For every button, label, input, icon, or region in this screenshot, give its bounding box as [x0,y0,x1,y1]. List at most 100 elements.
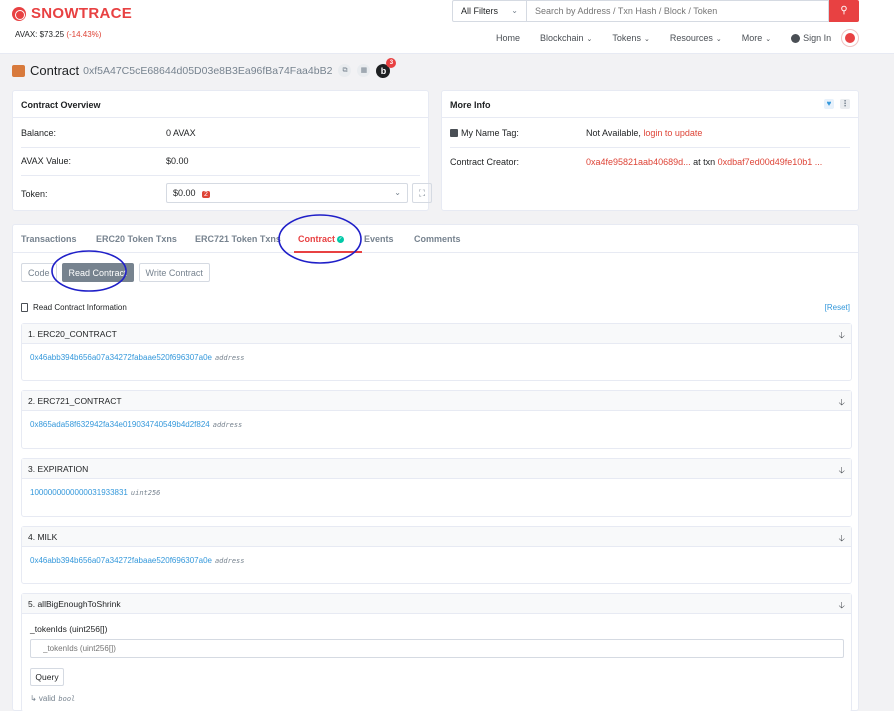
read-function-5: 5. allBigEnoughToShrink 🡣 _tokenIds (uin… [21,593,852,711]
tab-contract-label: Contract [298,234,336,244]
function-body: _tokenIds (uint256[]) Query ↳ validbool [22,614,851,711]
token-select[interactable]: $0.00 2 ⌄ [166,183,408,203]
avax-value-label: AVAX Value: [21,156,72,166]
tab-events[interactable]: Events [364,234,394,244]
chevron-down-icon: ⌄ [715,36,722,43]
sign-in-link[interactable]: Sign In [791,33,831,43]
param-label: _tokenIds (uint256[]) [30,624,108,634]
nav-more[interactable]: More ⌄ [742,33,771,43]
name-tag-value-wrap: Not Available, login to update [586,128,702,138]
function-result-link[interactable]: 0x46abb394b656a07a34272fabaae520f696307a… [30,353,212,362]
notification-badge: 3 [386,57,397,68]
function-result-link[interactable]: 0x46abb394b656a07a34272fabaae520f696307a… [30,556,212,565]
document-icon [21,303,28,312]
nav-home[interactable]: Home [496,33,520,43]
copy-icon[interactable]: ⧉ [338,64,352,77]
at-txn-label: at txn [693,157,716,167]
snowtrace-logo-icon [12,6,26,21]
function-result-type: address [214,354,245,362]
query-button[interactable]: Query [30,668,64,686]
function-body: 0x46abb394b656a07a34272fabaae520f696307a… [22,344,851,371]
search-button[interactable]: ⚲ [829,0,859,22]
function-header[interactable]: 3. EXPIRATION 🡣 [22,459,851,479]
title-label: Contract [30,63,80,78]
creator-value-wrap: 0xa4fe95821aab40689d... at txn 0xdbaf7ed… [586,157,822,167]
avax-network-button[interactable] [841,29,859,47]
qr-code-icon[interactable]: ▦ [357,64,371,77]
nav-tokens-label: Tokens [612,33,641,43]
name-tag-row: My Name Tag: Not Available, login to upd… [450,128,850,148]
contract-tabs-card: Transactions ERC20 Token Txns ERC721 Tok… [12,224,859,711]
function-title: 1. ERC20_CONTRACT [28,329,117,339]
function-body: 0x46abb394b656a07a34272fabaae520f696307a… [22,547,851,574]
result-prefix: ↳ valid [30,694,56,703]
more-options-icon[interactable]: ⋮ [840,99,850,109]
contract-subtabs: Code Read Contract Write Contract [21,263,215,282]
name-tag-label-wrap: My Name Tag: [450,128,519,138]
chevron-down-icon: ⌄ [511,6,518,15]
tab-transactions[interactable]: Transactions [21,234,77,244]
blockscan-icon[interactable]: b3 [376,57,397,78]
function-header[interactable]: 1. ERC20_CONTRACT 🡣 [22,324,851,344]
logo-text: SNOWTRACE [31,5,133,22]
price-label: AVAX: $73.25 [15,30,65,39]
login-to-update-link[interactable]: login to update [643,128,702,138]
user-icon [791,33,801,43]
reset-link[interactable]: [Reset] [825,303,850,312]
search-icon: ⚲ [840,5,848,16]
nav-blockchain[interactable]: Blockchain ⌄ [540,33,592,43]
more-info-card: More Info ♥ ⋮ My Name Tag: Not Available… [441,90,859,211]
tab-erc20-token-txns[interactable]: ERC20 Token Txns [96,234,177,244]
read-contract-info: Read Contract Information [21,303,127,312]
subtab-code[interactable]: Code [21,263,57,282]
function-result-link[interactable]: 0x865ada58f632942fa34e019034740549b4d2f8… [30,420,210,429]
sign-in-label: Sign In [803,33,832,43]
read-function-1: 1. ERC20_CONTRACT 🡣 0x46abb394b656a07a34… [21,323,852,381]
filter-select[interactable]: All Filters ⌄ [452,0,527,22]
avax-value: $0.00 [166,156,189,166]
search-input[interactable] [527,0,829,22]
read-function-3: 3. EXPIRATION 🡣 1000000000000031933831 ui… [21,458,852,517]
tab-bar: Transactions ERC20 Token Txns ERC721 Tok… [13,225,858,253]
creator-txn-link[interactable]: 0xdbaf7ed00d49fe10b1 ... [718,157,823,167]
subtab-write-contract[interactable]: Write Contract [138,263,210,282]
search-bar: All Filters ⌄ ⚲ [452,0,859,22]
creator-address-link[interactable]: 0xa4fe95821aab40689d... [586,157,691,167]
main-nav: Home Blockchain ⌄ Tokens ⌄ Resources ⌄ More… [496,33,851,43]
expand-icon[interactable]: ⛶ [412,183,432,203]
function-header[interactable]: 2. ERC721_CONTRACT 🡣 [22,391,851,411]
token-label: Token: [21,189,48,199]
name-tag-label: My Name Tag: [461,128,519,138]
read-function-4: 4. MILK 🡣 0x46abb394b656a07a34272fabaae5… [21,526,852,584]
token-value: $0.00 [173,188,196,198]
read-contract-info-text: Read Contract Information [33,303,127,312]
heart-icon[interactable]: ♥ [824,99,834,109]
function-title: 3. EXPIRATION [28,464,89,474]
token-ids-input[interactable] [30,639,844,658]
contract-overview-header: Contract Overview [13,91,428,118]
page-title: Contract 0xf5A47C5cE68644d05D03e8B3Ea96f… [12,57,397,78]
nav-resources[interactable]: Resources ⌄ [670,33,722,43]
subtab-read-contract[interactable]: Read Contract [61,263,134,282]
chevron-down-icon: ⌄ [586,36,593,43]
token-row: Token: $0.00 2 ⌄ ⛶ [21,183,432,207]
name-tag-value: Not Available, [586,128,641,138]
function-title: 5. allBigEnoughToShrink [28,599,121,609]
more-info-header: More Info ♥ ⋮ [442,91,858,118]
tab-erc721-token-txns[interactable]: ERC721 Token Txns [195,234,281,244]
more-info-actions: ♥ ⋮ [824,99,850,109]
function-header[interactable]: 4. MILK 🡣 [22,527,851,547]
arrow-down-icon: 🡣 [838,397,845,407]
contract-overview-card: Contract Overview Balance: 0 AVAX AVAX V… [12,90,432,211]
contract-address: 0xf5A47C5cE68644d05D03e8B3Ea96fBa74Faa4b… [83,64,333,77]
nav-blockchain-label: Blockchain [540,33,584,43]
nav-tokens[interactable]: Tokens ⌄ [612,33,649,43]
verified-check-icon: ✓ [337,236,345,243]
price-change: (-14.43%) [66,30,102,39]
tab-contract[interactable]: Contract ✓ [298,234,345,244]
logo[interactable]: SNOWTRACE [12,5,132,22]
read-function-2: 2. ERC721_CONTRACT 🡣 0x865ada58f632942fa… [21,390,852,449]
tab-comments[interactable]: Comments [414,234,461,244]
query-result: ↳ valid bool [30,694,843,703]
function-header[interactable]: 5. allBigEnoughToShrink 🡣 [22,594,851,614]
